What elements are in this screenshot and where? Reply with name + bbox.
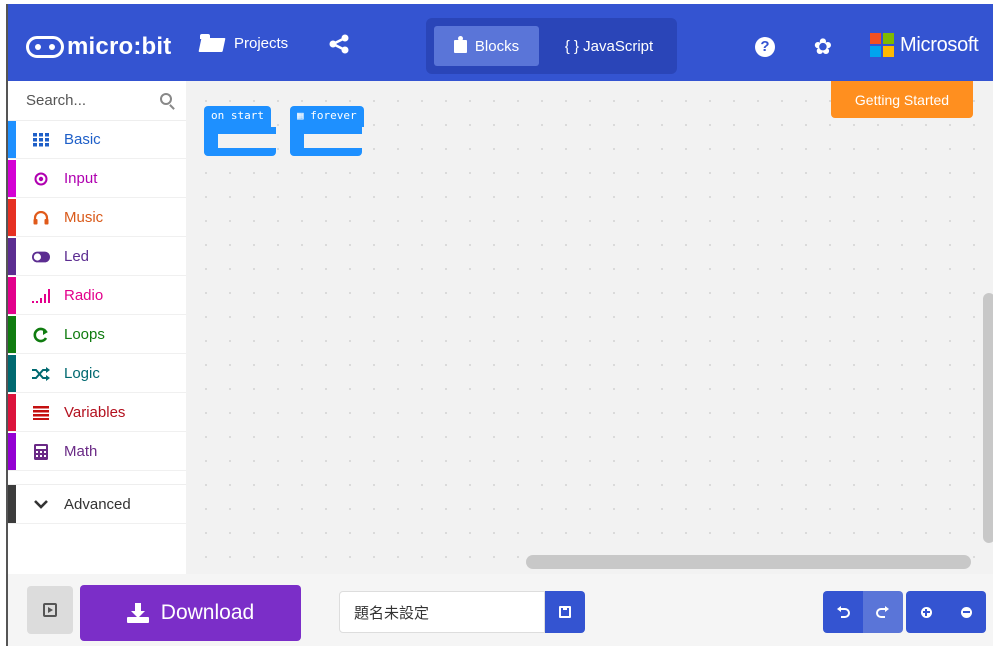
microsoft-label: Microsoft bbox=[900, 33, 979, 56]
category-label: Input bbox=[64, 170, 98, 187]
share-icon bbox=[329, 34, 349, 54]
category-label: Math bbox=[64, 443, 98, 460]
category-color-bar bbox=[8, 277, 16, 314]
category-label: Led bbox=[64, 248, 90, 265]
category-color-bar bbox=[8, 316, 16, 353]
project-name-value: 題名未設定 bbox=[354, 604, 430, 622]
category-label: Advanced bbox=[64, 495, 131, 513]
blocks-workspace[interactable]: Getting Started on start ▦ forever bbox=[186, 81, 993, 574]
zoom-out-button[interactable] bbox=[946, 591, 986, 633]
projects-label: Projects bbox=[234, 34, 289, 52]
project-name-input[interactable]: 題名未設定 bbox=[339, 591, 545, 633]
tab-blocks[interactable]: Blocks bbox=[434, 26, 539, 66]
save-icon bbox=[559, 606, 571, 618]
category-color-bar bbox=[8, 485, 16, 523]
microbit-icon bbox=[26, 36, 64, 58]
category-label: Basic bbox=[64, 131, 101, 148]
tab-blocks-label: Blocks bbox=[474, 37, 520, 55]
download-label: Download bbox=[160, 601, 255, 624]
category-music[interactable]: Music bbox=[8, 199, 186, 237]
folder-icon bbox=[200, 34, 224, 52]
editor-toggle: Blocks { } JavaScript bbox=[426, 18, 677, 74]
share-button[interactable] bbox=[328, 33, 350, 55]
category-basic[interactable]: Basic bbox=[8, 121, 186, 159]
toggle-icon bbox=[32, 248, 50, 266]
list-icon bbox=[32, 404, 50, 422]
headphones-icon bbox=[32, 209, 50, 227]
category-color-bar bbox=[8, 238, 16, 275]
zoom-in-button[interactable] bbox=[906, 591, 946, 633]
redo-icon bbox=[876, 606, 889, 618]
microsoft-logo[interactable]: Microsoft bbox=[870, 33, 979, 57]
loop-icon bbox=[32, 326, 50, 344]
block-body bbox=[204, 127, 276, 156]
category-color-bar bbox=[8, 433, 16, 470]
chevron-down-icon bbox=[32, 495, 50, 513]
category-color-bar bbox=[8, 355, 16, 392]
shuffle-icon bbox=[32, 365, 50, 383]
microbit-logo[interactable]: micro:bit bbox=[26, 33, 171, 61]
zoom-out-icon bbox=[960, 606, 972, 618]
category-label: Music bbox=[64, 209, 104, 226]
download-button[interactable]: Download bbox=[80, 585, 301, 641]
vertical-scrollbar[interactable] bbox=[983, 293, 993, 543]
projects-button[interactable]: Projects bbox=[200, 34, 288, 52]
category-logic[interactable]: Logic bbox=[8, 355, 186, 393]
category-label: Radio bbox=[64, 287, 104, 304]
block-body bbox=[290, 127, 362, 156]
toolbox: Search... Basic Input Music Led Radio Lo… bbox=[8, 81, 186, 574]
top-bar: micro:bit Projects Blocks { } JavaScript bbox=[8, 4, 993, 81]
category-color-bar bbox=[8, 160, 16, 197]
tab-javascript[interactable]: { } JavaScript bbox=[548, 26, 670, 66]
block-label: on start bbox=[204, 106, 271, 127]
category-color-bar bbox=[8, 199, 16, 236]
category-led[interactable]: Led bbox=[8, 238, 186, 276]
undo-button[interactable] bbox=[823, 591, 863, 633]
category-input[interactable]: Input bbox=[8, 160, 186, 198]
zoom-in-icon bbox=[920, 606, 932, 618]
signal-icon bbox=[32, 287, 50, 305]
grid-icon bbox=[32, 131, 50, 149]
target-icon bbox=[32, 170, 50, 188]
category-color-bar bbox=[8, 394, 16, 431]
calculator-icon bbox=[32, 443, 50, 461]
grid-icon: ▦ bbox=[297, 109, 304, 122]
tab-javascript-label: { } JavaScript bbox=[564, 37, 654, 55]
category-radio[interactable]: Radio bbox=[8, 277, 186, 315]
download-icon bbox=[126, 603, 149, 623]
horizontal-scrollbar[interactable] bbox=[526, 555, 971, 569]
redo-button[interactable] bbox=[863, 591, 903, 633]
category-advanced[interactable]: Advanced bbox=[8, 484, 186, 524]
search-icon bbox=[160, 93, 172, 105]
on-start-block[interactable]: on start bbox=[204, 106, 276, 156]
getting-started-button[interactable]: Getting Started bbox=[831, 81, 973, 118]
block-header: ▦ forever bbox=[290, 106, 364, 127]
play-icon bbox=[43, 603, 57, 617]
logo-text: micro:bit bbox=[67, 33, 172, 60]
microsoft-icon bbox=[870, 33, 894, 57]
category-math[interactable]: Math bbox=[8, 433, 186, 471]
block-label: forever bbox=[310, 109, 357, 122]
category-label: Variables bbox=[64, 404, 126, 421]
category-label: Logic bbox=[64, 365, 100, 382]
forever-block[interactable]: ▦ forever bbox=[290, 106, 376, 156]
category-label: Loops bbox=[64, 326, 105, 343]
category-variables[interactable]: Variables bbox=[8, 394, 186, 432]
puzzle-icon bbox=[453, 35, 467, 53]
category-loops[interactable]: Loops bbox=[8, 316, 186, 354]
simulator-toggle-button[interactable] bbox=[27, 586, 73, 634]
search-input[interactable]: Search... bbox=[8, 81, 186, 121]
undo-icon bbox=[837, 606, 850, 618]
bottom-bar: Download 題名未設定 bbox=[8, 574, 993, 646]
category-color-bar bbox=[8, 121, 16, 158]
search-placeholder: Search... bbox=[26, 92, 87, 109]
help-icon[interactable]: ? bbox=[755, 37, 775, 57]
gear-icon[interactable]: ✿ bbox=[813, 36, 833, 58]
save-button[interactable] bbox=[545, 591, 585, 633]
app-window: micro:bit Projects Blocks { } JavaScript bbox=[6, 4, 993, 646]
